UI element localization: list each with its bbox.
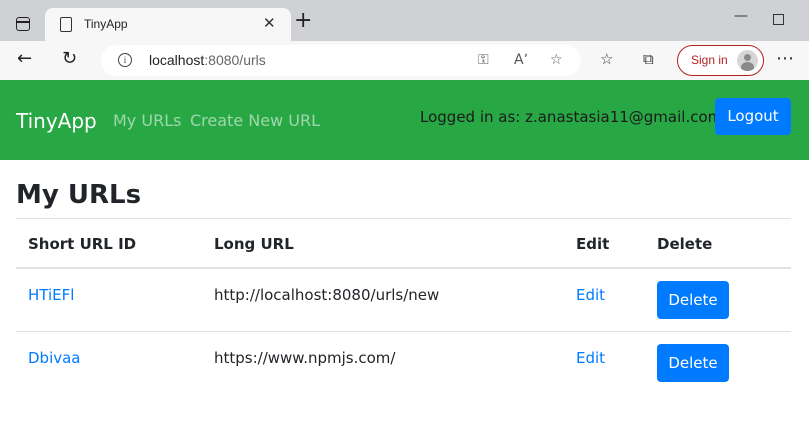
header-short-url-id: Short URL ID — [28, 235, 137, 253]
browser-tab-strip: TinyApp ✕ + — — [0, 0, 809, 41]
header-edit: Edit — [576, 235, 610, 253]
maximize-icon[interactable] — [773, 14, 784, 25]
short-url-link[interactable]: HTiEFl — [28, 286, 74, 304]
browser-tab[interactable]: TinyApp ✕ — [45, 8, 291, 41]
tab-title: TinyApp — [84, 17, 128, 31]
key-icon[interactable]: ⚿ — [478, 52, 489, 68]
sign-in-button[interactable]: Sign in — [677, 45, 764, 76]
page-icon — [60, 17, 72, 32]
address-url[interactable]: localhost:8080/urls — [149, 52, 266, 68]
close-tab-icon[interactable]: ✕ — [263, 14, 276, 32]
profile-avatar-icon — [737, 50, 758, 71]
header-delete: Delete — [657, 235, 713, 253]
address-bar[interactable]: i localhost:8080/urls ⚿ Aʼ ☆ — [101, 45, 581, 76]
more-icon[interactable]: ⋯ — [776, 48, 795, 69]
page-title: My URLs — [16, 180, 142, 210]
collections-icon[interactable]: ⧉ — [643, 50, 654, 68]
sign-in-label: Sign in — [691, 53, 728, 67]
tab-actions-icon[interactable] — [16, 17, 30, 31]
table-top-border — [16, 218, 791, 219]
edit-link[interactable]: Edit — [576, 349, 605, 367]
short-url-link[interactable]: Dbivaa — [28, 349, 81, 367]
minimize-icon[interactable]: — — [734, 8, 748, 24]
header-divider — [16, 267, 791, 269]
logged-in-text: Logged in as: z.anastasia11@gmail.com — [420, 108, 723, 126]
logout-button[interactable]: Logout — [715, 98, 791, 135]
new-tab-button[interactable]: + — [294, 10, 312, 32]
read-aloud-icon[interactable]: Aʼ — [514, 52, 528, 68]
brand-logo[interactable]: TinyApp — [16, 109, 97, 133]
info-icon[interactable]: i — [118, 53, 132, 67]
refresh-icon[interactable]: ↻ — [62, 49, 77, 69]
delete-button[interactable]: Delete — [657, 281, 729, 319]
back-icon[interactable]: ← — [17, 49, 32, 69]
header-long-url: Long URL — [214, 235, 294, 253]
app-navbar: TinyApp My URLs Create New URL Logged in… — [0, 80, 809, 160]
add-favorite-icon[interactable]: ☆ — [550, 52, 563, 68]
long-url-text: https://www.npmjs.com/ — [214, 349, 396, 367]
row-divider — [16, 331, 791, 332]
favorites-icon[interactable]: ☆ — [600, 50, 613, 68]
nav-my-urls[interactable]: My URLs — [113, 111, 181, 130]
edit-link[interactable]: Edit — [576, 286, 605, 304]
delete-button[interactable]: Delete — [657, 344, 729, 382]
long-url-text: http://localhost:8080/urls/new — [214, 286, 440, 304]
nav-create-new-url[interactable]: Create New URL — [190, 111, 320, 130]
browser-toolbar: ← ↻ i localhost:8080/urls ⚿ Aʼ ☆ ☆ ⧉ Sig… — [0, 41, 809, 80]
